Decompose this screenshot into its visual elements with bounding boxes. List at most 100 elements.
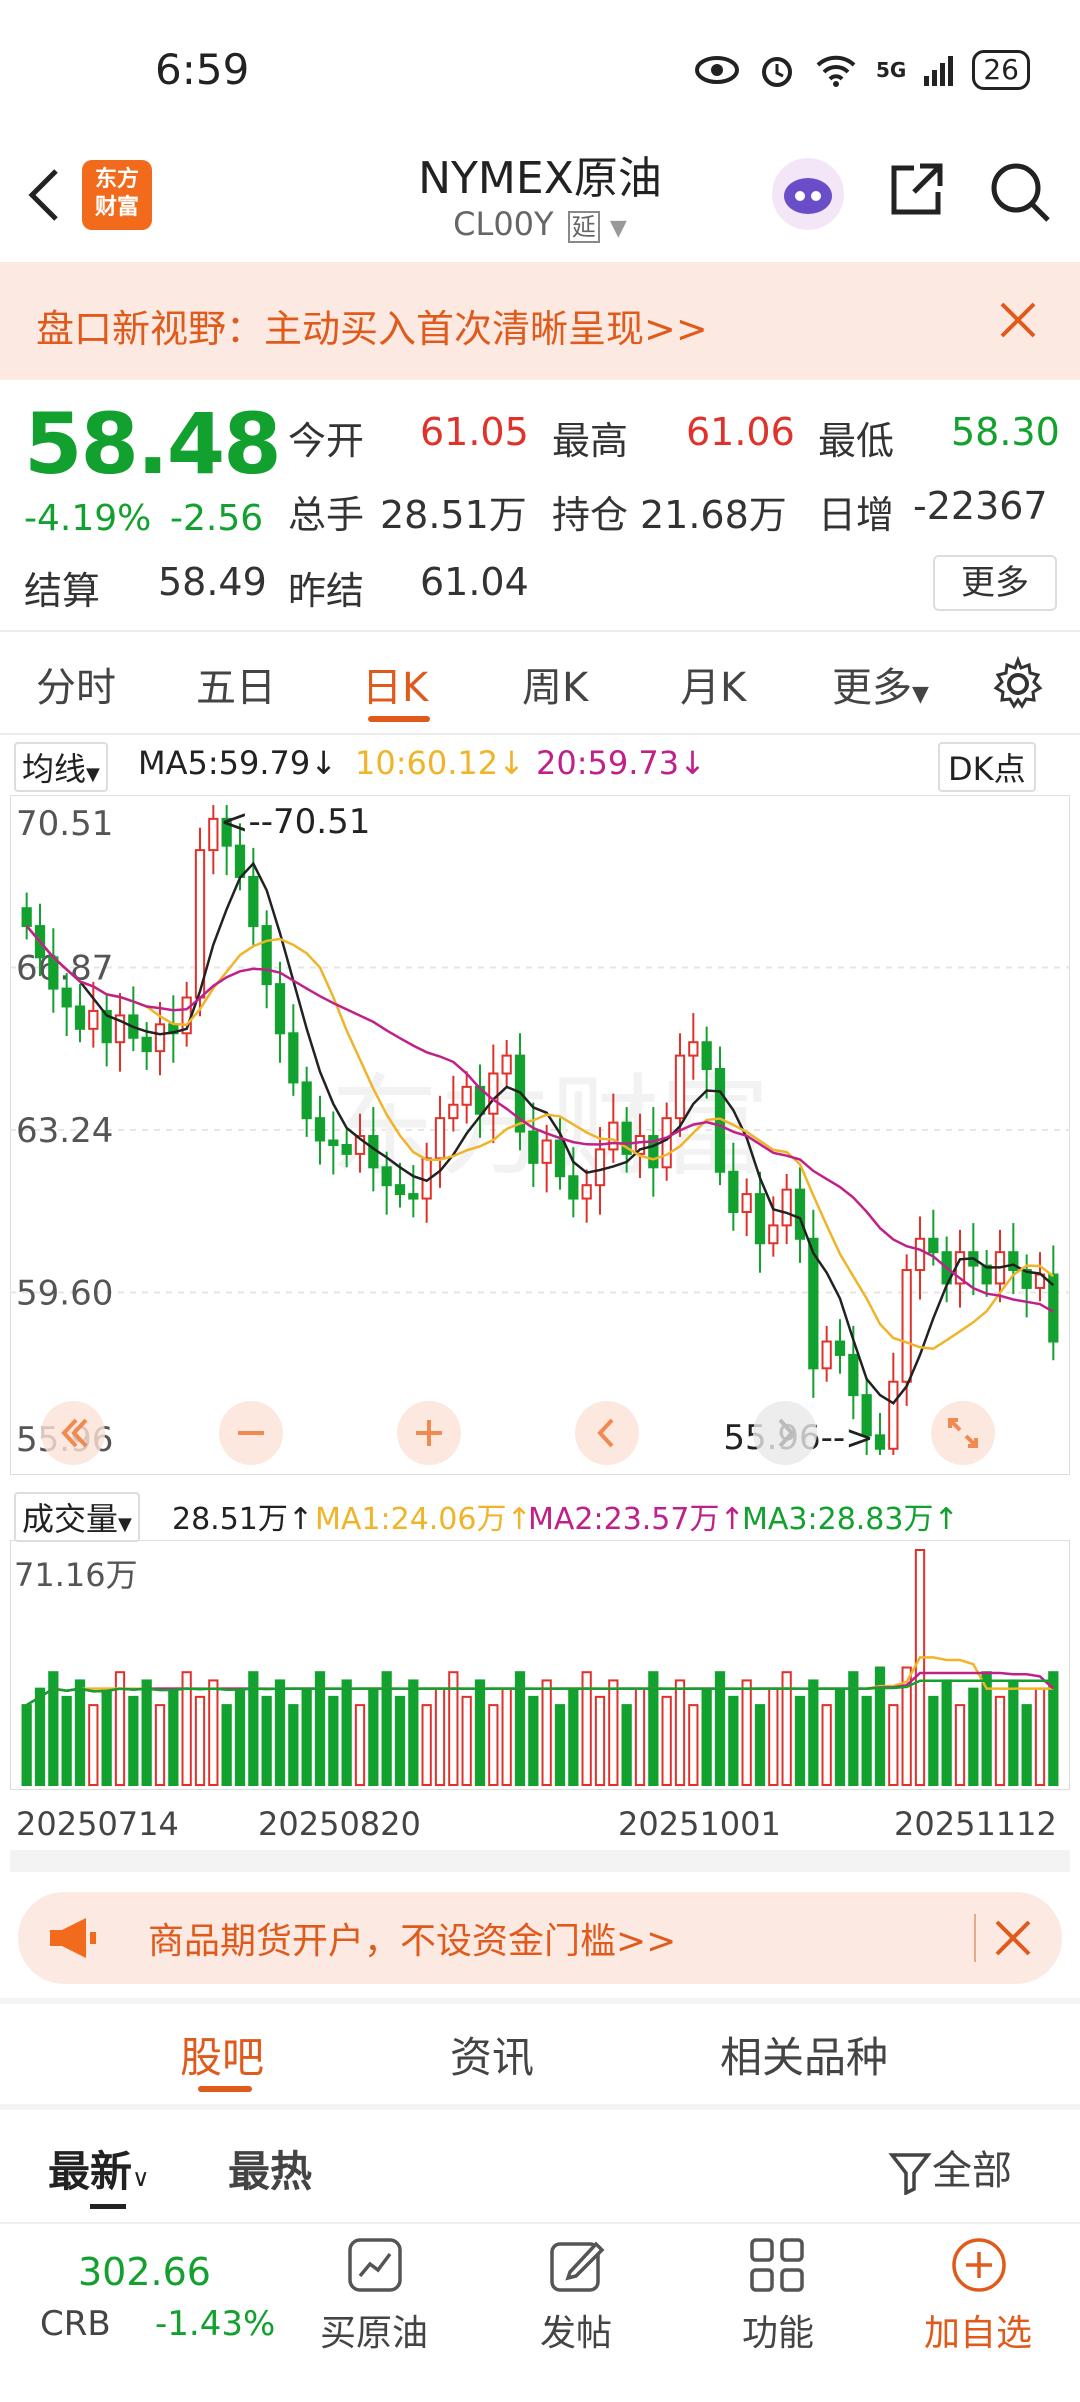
tab-related[interactable]: 相关品种: [720, 2024, 888, 2085]
zoom-in-icon[interactable]: [396, 1400, 462, 1466]
volume-bar: [541, 1679, 552, 1786]
close-icon[interactable]: [998, 300, 1038, 340]
divider: [0, 733, 1080, 735]
scroll-left-fast-icon[interactable]: [40, 1400, 106, 1466]
volume-bar: [501, 1687, 512, 1786]
add-watchlist-icon[interactable]: [950, 2236, 1008, 2294]
volume-bar: [968, 1687, 979, 1786]
post-edit-icon[interactable]: [548, 2236, 606, 2294]
tab-more[interactable]: 更多▼: [832, 655, 929, 713]
promo-banner[interactable]: 盘口新视野：主动买入首次清晰呈现>>: [0, 262, 1080, 380]
crb-value[interactable]: 302.66: [78, 2250, 211, 2294]
step-right-icon[interactable]: [752, 1400, 818, 1466]
candle-body: [554, 1139, 566, 1178]
up-arrow-icon: ↑: [933, 1502, 959, 1537]
function-grid-icon[interactable]: [748, 2236, 806, 2294]
tab-intraday[interactable]: 分时: [36, 655, 116, 713]
volume-bar: [554, 1704, 566, 1787]
candle-body: [701, 1041, 712, 1071]
date-label: 20251001: [618, 1805, 781, 1843]
volume-bar: [288, 1704, 299, 1787]
share-icon[interactable]: [886, 160, 946, 220]
volume-bar: [1008, 1679, 1019, 1786]
candle-body: [781, 1188, 792, 1227]
volume-bar: [234, 1687, 246, 1786]
candle-body: [154, 1023, 166, 1053]
tab-weekly-k[interactable]: 周K: [522, 655, 588, 713]
caret-down-icon: ▼: [609, 216, 627, 241]
more-quote-button[interactable]: 更多: [933, 555, 1057, 611]
add-watchlist-label[interactable]: 加自选: [924, 2304, 1032, 2356]
ma5-value: MA5:59.79↓: [138, 744, 337, 782]
volume-bar: [354, 1704, 366, 1787]
search-icon[interactable]: [988, 160, 1052, 224]
tab-monthly-k[interactable]: 月K: [680, 655, 746, 713]
volume-bar: [608, 1679, 619, 1786]
step-left-icon[interactable]: [574, 1400, 640, 1466]
sort-latest[interactable]: 最新∨: [48, 2138, 150, 2199]
function-label[interactable]: 功能: [742, 2304, 814, 2356]
fullscreen-icon[interactable]: [930, 1400, 996, 1466]
volume-bar: [208, 1679, 219, 1786]
signal-label: 5G: [876, 58, 907, 82]
candle-body: [448, 1103, 459, 1120]
volume-bar: [101, 1687, 112, 1786]
buy-oil-chart-icon[interactable]: [346, 2236, 404, 2294]
volume-bar: [794, 1695, 806, 1786]
candle-body: [88, 1009, 99, 1030]
buy-oil-label[interactable]: 买原油: [320, 2304, 428, 2356]
ma10-text: 10:60.12: [355, 744, 499, 782]
zoom-out-icon[interactable]: [218, 1400, 284, 1466]
tab-news[interactable]: 资讯: [450, 2024, 534, 2085]
banner-text: 商品期货开户，不设资金门槛>>: [148, 1921, 677, 1962]
chart-scrollbar[interactable]: [10, 1850, 1070, 1872]
account-open-banner[interactable]: 商品期货开户，不设资金门槛>>: [18, 1892, 1062, 1984]
volume-ma1: MA1:24.06万↑: [315, 1494, 532, 1538]
close-icon[interactable]: [993, 1918, 1033, 1958]
ma-selector[interactable]: 均线▼: [14, 742, 108, 792]
dk-point-button[interactable]: DK点: [938, 742, 1036, 792]
tab-daily-k[interactable]: 日K: [362, 655, 428, 713]
volume-bar: [221, 1704, 232, 1787]
ma10-value: 10:60.12↓: [355, 744, 525, 782]
candle-body: [434, 1117, 446, 1160]
volume-chart[interactable]: [10, 1540, 1070, 1790]
volume-selector[interactable]: 成交量▼: [14, 1492, 140, 1542]
volume-ma1-text: MA1:24.06万: [315, 1502, 507, 1537]
candle-body: [141, 1036, 152, 1053]
volume-today: 28.51万↑: [172, 1494, 313, 1538]
candle-body: [74, 1005, 86, 1030]
position-value: 21.68万: [640, 493, 787, 537]
up-arrow-icon: ↑: [287, 1502, 314, 1537]
volume-bar: [261, 1695, 272, 1786]
volume-bar: [434, 1687, 446, 1786]
megaphone-icon: [50, 1918, 96, 1958]
filter-button[interactable]: 全部: [888, 2138, 1012, 2196]
caret-down-icon: ▼: [118, 1514, 132, 1535]
daily-inc-label: 日增: [818, 493, 895, 537]
tab-five-day[interactable]: 五日: [196, 655, 276, 713]
candle-body: [928, 1237, 939, 1254]
candle-body: [208, 817, 219, 852]
ma-selector-label: 均线: [22, 750, 87, 788]
sort-hot[interactable]: 最热: [228, 2138, 312, 2199]
date-label: 20250714: [16, 1805, 179, 1843]
volume-ma3-text: MA3:28.83万: [742, 1502, 934, 1537]
candle-body: [768, 1224, 779, 1245]
candlestick-chart[interactable]: 70.5166.8763.2459.6055.96东方财富 <--70.5155…: [10, 795, 1070, 1475]
status-bar: 6:59 5G 26: [0, 0, 1080, 140]
candle-body: [661, 1117, 672, 1169]
settings-gear-icon[interactable]: [990, 656, 1046, 712]
candle-body: [741, 1193, 752, 1213]
volume-bar: [488, 1704, 499, 1787]
tab-forum[interactable]: 股吧: [180, 2024, 264, 2085]
volume-bar: [394, 1695, 406, 1786]
assistant-robot-icon[interactable]: [770, 156, 846, 232]
candle-body: [581, 1184, 592, 1200]
candle-body: [394, 1184, 406, 1196]
post-label[interactable]: 发帖: [540, 2304, 612, 2356]
volume-bar: [888, 1704, 899, 1787]
settle-label: 结算: [24, 569, 101, 613]
filter-icon: [888, 2153, 932, 2196]
ma5-text: MA5:59.79: [138, 744, 311, 782]
